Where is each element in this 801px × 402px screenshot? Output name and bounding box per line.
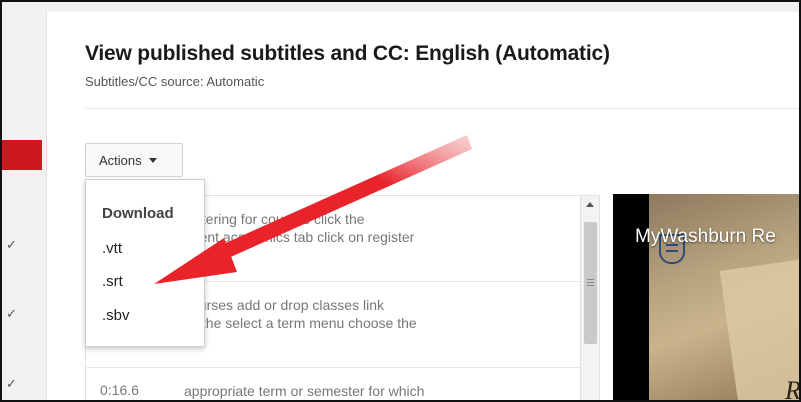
table-row[interactable]: 0:16.6 appropriate term or semester for … <box>86 368 581 400</box>
scrollbar[interactable] <box>580 196 599 400</box>
actions-button-label: Actions <box>99 152 142 168</box>
grip-icon <box>587 279 594 286</box>
sidebar-active-indicator[interactable] <box>2 140 42 170</box>
menu-item-sbv[interactable]: .sbv <box>102 307 130 324</box>
video-title: MyWashburn Re <box>635 226 776 247</box>
actions-dropdown-menu: Download .vtt .srt .sbv <box>85 179 205 347</box>
menu-item-vtt[interactable]: .vtt <box>102 240 122 257</box>
menu-item-srt[interactable]: .srt <box>102 273 123 290</box>
check-icon: ✓ <box>6 377 17 392</box>
check-icon: ✓ <box>6 307 17 322</box>
row-time: 0:16.6 <box>100 382 139 398</box>
page-subtitle: Subtitles/CC source: Automatic <box>85 74 265 89</box>
actions-button[interactable]: Actions <box>85 143 183 177</box>
row-text: courses add or drop classes link ck the … <box>184 297 417 331</box>
divider <box>85 108 799 109</box>
subtitles-panel: View published subtitles and CC: English… <box>46 12 801 402</box>
video-corner-letter: R <box>785 376 801 402</box>
menu-heading-download: Download <box>102 205 174 222</box>
caret-down-icon <box>148 157 157 163</box>
check-icon: ✓ <box>6 238 17 253</box>
row-text: gistering for courses click the udent ac… <box>184 211 415 245</box>
sidebar: ✓ ✓ ✓ <box>2 2 44 400</box>
scrollbar-thumb[interactable] <box>584 222 597 344</box>
row-text: appropriate term or semester for which <box>184 383 425 399</box>
video-preview[interactable]: MyWashburn Re R <box>613 194 801 402</box>
app-window: ✓ ✓ ✓ View published subtitles and CC: E… <box>0 0 801 402</box>
chevron-up-icon[interactable] <box>586 202 594 207</box>
page-title: View published subtitles and CC: English… <box>85 42 610 65</box>
